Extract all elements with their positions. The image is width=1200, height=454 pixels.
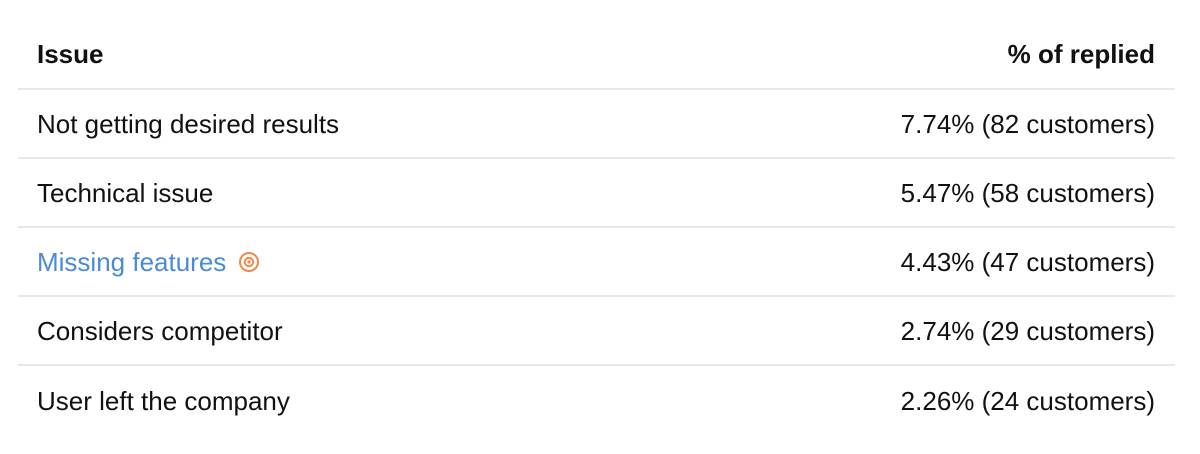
table-row: User left the company 2.26% (24 customer… (18, 366, 1175, 435)
table-row: Considers competitor 2.74% (29 customers… (18, 297, 1175, 366)
table-row: Technical issue 5.47% (58 customers) (18, 159, 1175, 228)
issue-label: Technical issue (37, 177, 214, 208)
issue-label: Considers competitor (37, 315, 283, 346)
issue-column-header: Issue (37, 39, 104, 69)
percent-value: 7.74% (82 customers) (900, 108, 1155, 139)
table-row: Missing features 4.43% (47 customers) (18, 228, 1175, 297)
issue-label: User left the company (37, 385, 290, 416)
issue-label: Not getting desired results (37, 108, 340, 139)
missing-features-link[interactable]: Missing features (37, 249, 226, 275)
percent-value: 4.43% (47 customers) (900, 246, 1155, 277)
percent-value: 5.47% (58 customers) (900, 177, 1155, 208)
percent-value: 2.26% (24 customers) (900, 385, 1155, 416)
issue-cell: Missing features (37, 249, 260, 275)
issues-table: Issue % of replied Not getting desired r… (18, 20, 1175, 435)
percent-value: 2.74% (29 customers) (900, 315, 1155, 346)
table-header: Issue % of replied (18, 20, 1175, 90)
percent-column-header: % of replied (1007, 39, 1155, 69)
target-icon[interactable] (238, 251, 260, 273)
table-row: Not getting desired results 7.74% (82 cu… (18, 90, 1175, 159)
